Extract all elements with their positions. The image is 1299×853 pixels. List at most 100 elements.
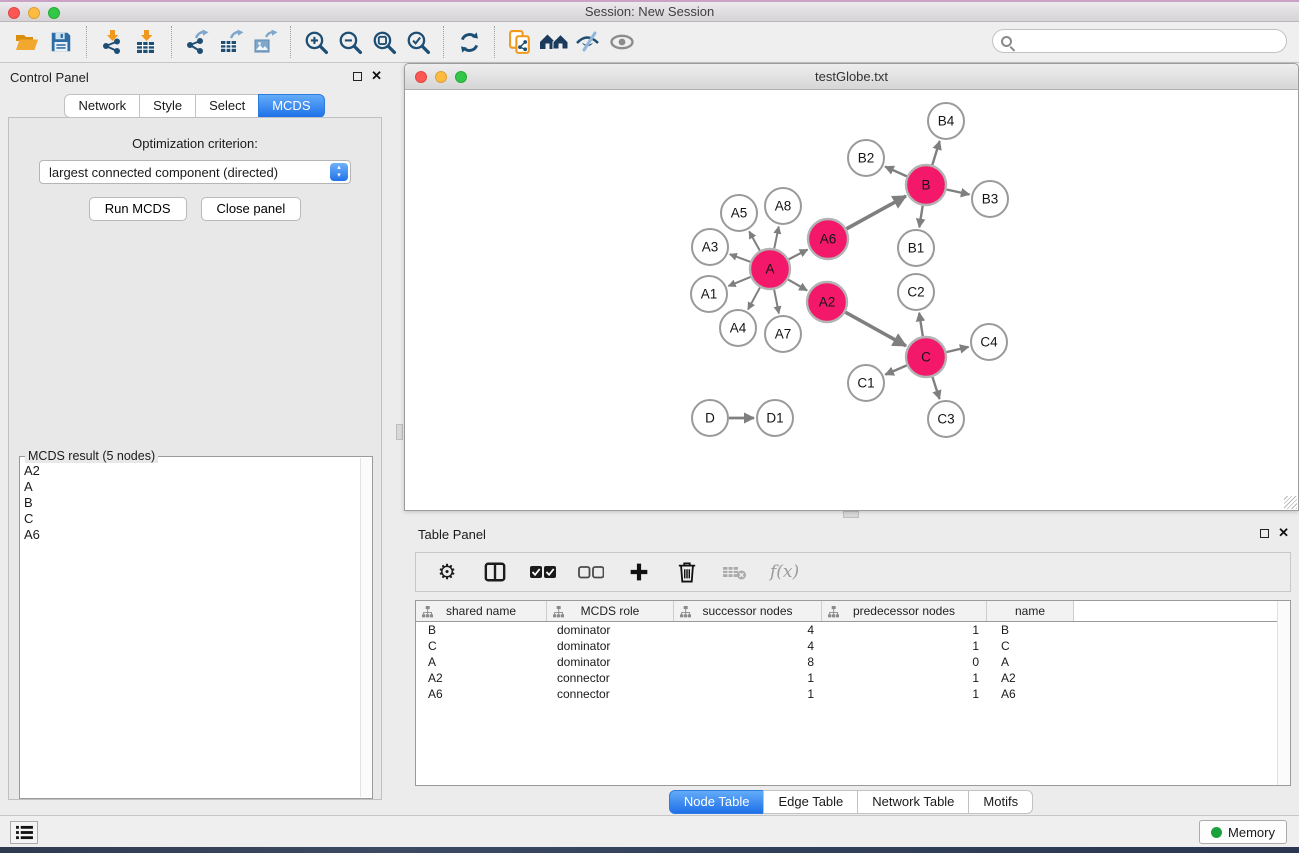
graph-edge-C-C2[interactable] [919, 313, 923, 336]
graph-edge-C-C4[interactable] [946, 347, 968, 352]
graph-edge-A6-B[interactable] [846, 196, 905, 229]
optimization-dropdown[interactable]: largest connected component (directed) ▴… [39, 160, 351, 184]
table-row[interactable]: A2connector11A2 [416, 670, 1290, 686]
float-panel-icon[interactable] [353, 72, 362, 81]
search-box[interactable] [992, 29, 1287, 53]
graph-edge-A-A3[interactable] [730, 254, 751, 262]
mcds-result-item[interactable]: B [24, 495, 372, 511]
float-table-panel-icon[interactable] [1260, 529, 1269, 538]
graph-edge-A-A1[interactable] [728, 277, 750, 286]
table-row[interactable]: Adominator80A [416, 654, 1290, 670]
tab-motifs[interactable]: Motifs [968, 790, 1033, 814]
cell-successor_nodes[interactable]: 4 [674, 623, 822, 637]
graph-node-A6[interactable]: A6 [808, 219, 848, 259]
cell-predecessor_nodes[interactable]: 1 [822, 687, 987, 701]
tab-node-table[interactable]: Node Table [669, 790, 765, 814]
graph-node-C[interactable]: C [906, 337, 946, 377]
graph-node-B3[interactable]: B3 [972, 181, 1008, 217]
graph-edge-B-B4[interactable] [932, 141, 939, 165]
cell-predecessor_nodes[interactable]: 1 [822, 639, 987, 653]
graph-node-A2[interactable]: A2 [807, 282, 847, 322]
show-columns-icon[interactable] [482, 559, 508, 585]
tab-mcds[interactable]: MCDS [258, 94, 324, 118]
cell-shared_name[interactable]: C [416, 639, 547, 653]
zoom-selected-icon[interactable] [401, 26, 435, 58]
graph-node-B2[interactable]: B2 [848, 140, 884, 176]
table-row[interactable]: Cdominator41C [416, 638, 1290, 654]
cell-successor_nodes[interactable]: 1 [674, 671, 822, 685]
network-minimize-button[interactable] [435, 71, 447, 83]
export-network-icon[interactable] [180, 26, 214, 58]
graph-edge-A-A8[interactable] [774, 227, 779, 249]
graph-edge-B-B1[interactable] [919, 206, 922, 228]
deselect-all-check-icon[interactable] [578, 559, 604, 585]
graph-edge-A2-C[interactable] [845, 312, 906, 346]
zoom-fit-icon[interactable] [367, 26, 401, 58]
cell-shared_name[interactable]: A2 [416, 671, 547, 685]
network-close-button[interactable] [415, 71, 427, 83]
graph-edge-A-A6[interactable] [789, 250, 808, 260]
tab-select[interactable]: Select [195, 94, 259, 118]
cell-successor_nodes[interactable]: 4 [674, 639, 822, 653]
graph-node-A3[interactable]: A3 [692, 229, 728, 265]
refresh-icon[interactable] [452, 26, 486, 58]
mcds-result-item[interactable]: A6 [24, 527, 372, 543]
node-table[interactable]: shared name MCDS role successor nodes pr… [415, 600, 1291, 786]
cell-name[interactable]: A [987, 655, 1074, 669]
zoom-window-button[interactable] [48, 7, 60, 19]
tab-style[interactable]: Style [139, 94, 196, 118]
close-table-panel-icon[interactable]: ✕ [1278, 528, 1289, 538]
graph-node-A5[interactable]: A5 [721, 195, 757, 231]
graph-node-A7[interactable]: A7 [765, 316, 801, 352]
cell-mcds_role[interactable]: dominator [547, 639, 674, 653]
export-image-icon[interactable] [248, 26, 282, 58]
mcds-result-item[interactable]: A2 [24, 463, 372, 479]
graph-node-C1[interactable]: C1 [848, 365, 884, 401]
graph-edge-A-A5[interactable] [749, 231, 760, 250]
graph-edge-A-A7[interactable] [774, 290, 779, 314]
graph-node-A8[interactable]: A8 [765, 188, 801, 224]
column-header-shared_name[interactable]: shared name [416, 601, 547, 621]
column-header-name[interactable]: name [987, 601, 1074, 621]
search-input[interactable] [1012, 34, 1286, 48]
duplicate-network-icon[interactable] [503, 26, 537, 58]
graph-node-D1[interactable]: D1 [757, 400, 793, 436]
graph-node-A4[interactable]: A4 [720, 310, 756, 346]
cell-mcds_role[interactable]: connector [547, 687, 674, 701]
network-zoom-button[interactable] [455, 71, 467, 83]
cell-mcds_role[interactable]: dominator [547, 623, 674, 637]
column-header-successor_nodes[interactable]: successor nodes [674, 601, 822, 621]
graph-node-B1[interactable]: B1 [898, 230, 934, 266]
cell-name[interactable]: C [987, 639, 1074, 653]
cell-predecessor_nodes[interactable]: 1 [822, 671, 987, 685]
table-row[interactable]: A6connector11A6 [416, 686, 1290, 702]
graph-edge-A-A2[interactable] [788, 280, 807, 291]
mcds-result-item[interactable]: C [24, 511, 372, 527]
import-table-icon[interactable] [129, 26, 163, 58]
import-network-icon[interactable] [95, 26, 129, 58]
delete-row-icon[interactable] [674, 559, 700, 585]
graph-edge-B-B2[interactable] [885, 167, 907, 177]
cell-name[interactable]: A6 [987, 687, 1074, 701]
result-scrollbar[interactable] [360, 458, 372, 797]
cell-mcds_role[interactable]: connector [547, 671, 674, 685]
table-scrollbar[interactable] [1277, 601, 1290, 785]
close-panel-button[interactable]: Close panel [201, 197, 302, 221]
mcds-result-item[interactable]: A [24, 479, 372, 495]
network-canvas[interactable]: B4B2BB3A8A5A6A3B1AA1C2A2A4A7C4CC1C3DD1 [405, 90, 1298, 510]
graph-node-C4[interactable]: C4 [971, 324, 1007, 360]
zoom-out-icon[interactable] [333, 26, 367, 58]
cell-successor_nodes[interactable]: 8 [674, 655, 822, 669]
graph-node-C2[interactable]: C2 [898, 274, 934, 310]
cell-name[interactable]: A2 [987, 671, 1074, 685]
tab-network[interactable]: Network [64, 94, 140, 118]
graph-node-B[interactable]: B [906, 165, 946, 205]
minimize-window-button[interactable] [28, 7, 40, 19]
tab-edge-table[interactable]: Edge Table [763, 790, 858, 814]
cell-shared_name[interactable]: A6 [416, 687, 547, 701]
graph-node-B4[interactable]: B4 [928, 103, 964, 139]
column-header-predecessor_nodes[interactable]: predecessor nodes [822, 601, 987, 621]
cell-successor_nodes[interactable]: 1 [674, 687, 822, 701]
task-history-button[interactable] [10, 821, 38, 844]
close-window-button[interactable] [8, 7, 20, 19]
